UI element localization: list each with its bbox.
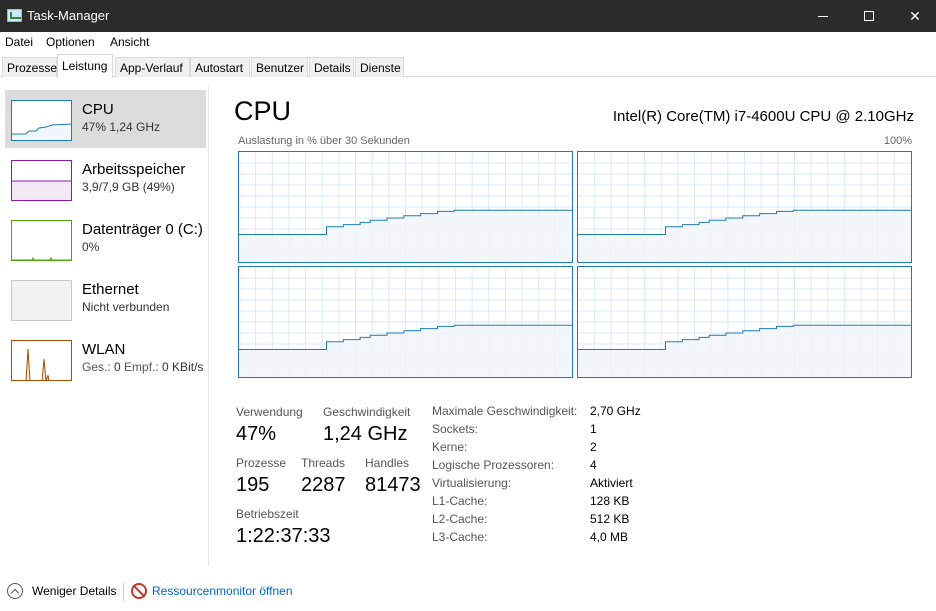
sidebar-item-label: WLAN	[82, 341, 126, 358]
memory-thumbnail	[11, 160, 72, 201]
spec-label: Kerne:	[432, 440, 468, 454]
ethernet-thumbnail	[11, 280, 72, 321]
cpu-model: Intel(R) Core(TM) i7-4600U CPU @ 2.10GHz	[612, 108, 914, 125]
cpu-core-graph-svg	[578, 267, 911, 377]
wlan-send-value: 0	[114, 360, 121, 374]
threads-value: 2287	[301, 474, 346, 496]
close-icon: ✕	[909, 7, 921, 24]
sidebar-item-datentraeger[interactable]: Datenträger 0 (C:) 0%	[5, 210, 206, 268]
uptime-value: 1:22:37:33	[236, 525, 331, 547]
tab-benutzer[interactable]: Benutzer	[251, 57, 308, 77]
tab-details[interactable]: Details	[309, 57, 354, 77]
menu-optionen[interactable]: Optionen	[46, 35, 95, 49]
minimize-icon	[818, 15, 828, 17]
tab-bar: Prozesse Leistung App-Verlauf Autostart …	[0, 52, 936, 78]
spec-value: 1	[590, 422, 597, 436]
sidebar-item-sub: 3,9/7,9 GB (49%)	[82, 180, 175, 194]
cpu-core-graph-svg	[239, 267, 572, 377]
threads-label: Threads	[301, 456, 346, 470]
sidebar-item-sub: 47% 1,24 GHz	[82, 120, 161, 134]
maximize-button[interactable]	[846, 0, 892, 32]
processes-label: Prozesse	[236, 456, 287, 470]
tab-leistung[interactable]: Leistung	[57, 54, 113, 78]
uptime-label: Betriebszeit	[236, 507, 299, 521]
menu-bar: Datei Optionen Ansicht	[0, 32, 936, 52]
tab-prozesse[interactable]: Prozesse	[2, 57, 57, 77]
minimize-button[interactable]	[800, 0, 846, 32]
spec-label: L1-Cache:	[432, 494, 488, 508]
sidebar-item-sub: Nicht verbunden	[82, 300, 170, 314]
sidebar-item-cpu[interactable]: CPU 47% 1,24 GHz	[5, 90, 206, 148]
sidebar: CPU 47% 1,24 GHz Arbeitsspeicher 3,9/7,9…	[0, 86, 209, 566]
page-title: CPU	[234, 96, 292, 126]
cpu-core-graph-svg	[239, 152, 572, 262]
spec-label: Logische Prozessoren:	[432, 458, 555, 472]
maximize-icon	[864, 11, 874, 21]
spec-value: 512 KB	[590, 512, 630, 526]
cpu-thumbnail	[11, 100, 72, 141]
handles-value: 81473	[365, 474, 421, 496]
wlan-thumbnail	[11, 340, 72, 381]
wlan-receive-label: Empf.:	[120, 360, 163, 374]
fewer-details-button[interactable]: Weniger Details	[32, 584, 116, 598]
menu-datei[interactable]: Datei	[5, 35, 33, 49]
disk-thumbnail	[11, 220, 72, 261]
spec-value: 2	[590, 440, 597, 454]
cpu-thumbnail-graph	[12, 123, 71, 140]
spec-label: Sockets:	[432, 422, 479, 436]
sidebar-item-arbeitsspeicher[interactable]: Arbeitsspeicher 3,9/7,9 GB (49%)	[5, 150, 206, 208]
sidebar-item-label: Arbeitsspeicher	[82, 161, 186, 178]
sidebar-item-label: CPU	[82, 101, 114, 118]
sidebar-item-label: Datenträger 0 (C:)	[82, 221, 203, 238]
cpu-core-graph-1	[577, 151, 912, 263]
resource-monitor-link[interactable]: Ressourcenmonitor öffnen	[152, 584, 293, 598]
title-bar[interactable]: Task-Manager ✕	[0, 0, 936, 32]
speed-label: Geschwindigkeit	[323, 405, 411, 419]
speed-value: 1,24 GHz	[323, 423, 408, 445]
resource-monitor-icon[interactable]	[131, 583, 147, 599]
tab-app-verlauf[interactable]: App-Verlauf	[115, 57, 190, 77]
spec-value: Aktiviert	[590, 476, 633, 490]
processes-value: 195	[236, 474, 270, 496]
spec-value: 4,0 MB	[590, 530, 629, 544]
divider	[123, 583, 124, 601]
graph-axis-label: Auslastung in % über 30 Sekunden	[238, 135, 410, 147]
spec-value: 2,70 GHz	[590, 404, 641, 418]
spec-label: L2-Cache:	[432, 512, 488, 526]
usage-label: Verwendung	[236, 405, 303, 419]
spec-label: Maximale Geschwindigkeit:	[432, 404, 578, 418]
disk-thumbnail-graph	[12, 256, 71, 260]
wlan-receive-value: 0 KBit/s	[162, 360, 204, 374]
sidebar-item-sub: 0%	[82, 240, 100, 254]
wlan-send-label: Ges.:	[82, 360, 115, 374]
spec-value: 4	[590, 458, 597, 472]
window-title: Task-Manager	[27, 8, 110, 23]
sidebar-item-label: Ethernet	[82, 281, 139, 298]
task-manager-icon	[7, 9, 22, 22]
cpu-core-graph-2	[238, 266, 573, 378]
memory-thumbnail-graph	[12, 180, 71, 200]
usage-value: 47%	[236, 423, 277, 445]
sidebar-item-ethernet[interactable]: Ethernet Nicht verbunden	[5, 270, 206, 328]
cpu-core-graph-0	[238, 151, 573, 263]
tab-autostart[interactable]: Autostart	[190, 57, 250, 77]
spec-value: 128 KB	[590, 494, 630, 508]
wlan-thumbnail-graph	[25, 348, 50, 380]
sidebar-item-wlan[interactable]: WLAN Ges.: 0 Empf.: 0 KBit/s	[5, 330, 206, 388]
footer: Weniger Details Ressourcenmonitor öffnen	[0, 578, 936, 611]
handles-label: Handles	[365, 456, 410, 470]
sidebar-item-sub: Ges.: 0 Empf.: 0 KBit/s	[82, 360, 203, 374]
chevron-up-icon[interactable]	[7, 583, 23, 599]
spec-label: L3-Cache:	[432, 530, 488, 544]
tab-dienste[interactable]: Dienste	[355, 57, 404, 77]
graph-max-label: 100%	[883, 135, 912, 147]
close-button[interactable]: ✕	[892, 0, 936, 32]
cpu-core-graph-svg	[578, 152, 911, 262]
menu-ansicht[interactable]: Ansicht	[110, 35, 149, 49]
spec-label: Virtualisierung:	[432, 476, 512, 490]
cpu-core-graph-3	[577, 266, 912, 378]
